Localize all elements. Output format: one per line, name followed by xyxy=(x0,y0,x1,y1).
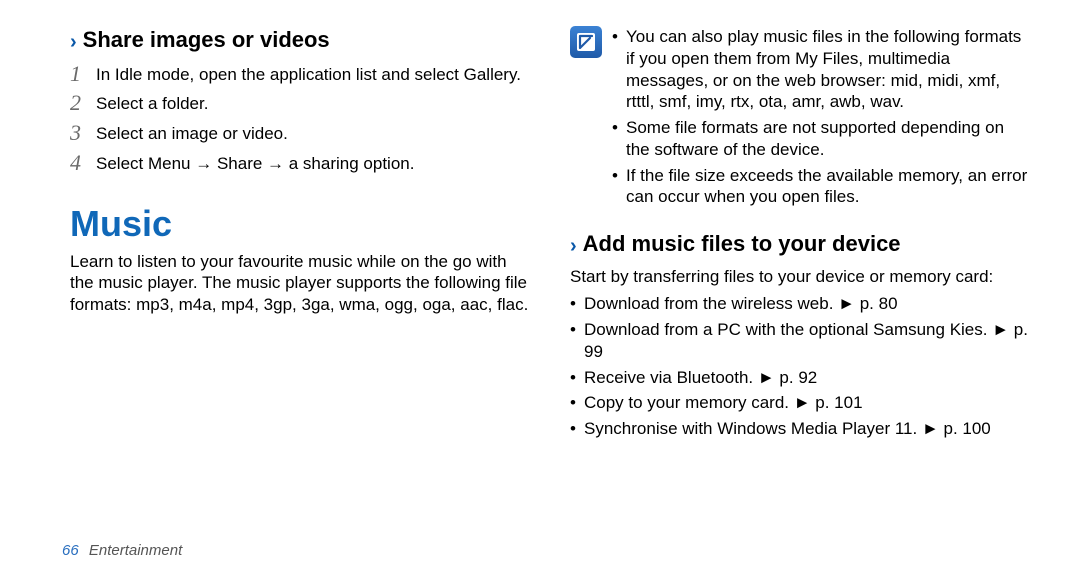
bullet-text: Copy to your memory card. ► p. 101 xyxy=(584,392,1030,414)
list-item: Receive via Bluetooth. ► p. 92 xyxy=(570,367,1030,389)
bullet-text: Some file formats are not supported depe… xyxy=(626,117,1030,161)
section-name: Entertainment xyxy=(89,542,182,559)
add-music-intro: Start by transferring files to your devi… xyxy=(570,266,1030,288)
share-heading-text: Share images or videos xyxy=(83,27,330,52)
bullet-icon xyxy=(570,293,584,315)
step-number: 1 xyxy=(70,62,96,85)
list-item: Download from a PC with the optional Sam… xyxy=(570,319,1030,363)
step-number: 2 xyxy=(70,91,96,114)
bullet-icon xyxy=(570,367,584,389)
step-item: 3 Select an image or video. xyxy=(70,121,530,145)
bullet-text: Download from a PC with the optional Sam… xyxy=(584,319,1030,363)
bullet-icon xyxy=(612,117,626,139)
step-item: 4 Select Menu → Share → a sharing option… xyxy=(70,151,530,175)
step-number: 4 xyxy=(70,151,96,174)
list-item: Synchronise with Windows Media Player 11… xyxy=(570,418,1030,440)
list-item: Download from the wireless web. ► p. 80 xyxy=(570,293,1030,315)
chevron-right-icon: › xyxy=(70,30,77,56)
share-heading: ›Share images or videos xyxy=(70,26,530,56)
list-item: Some file formats are not supported depe… xyxy=(612,117,1030,161)
bullet-icon xyxy=(570,319,584,341)
step-text: In Idle mode, open the application list … xyxy=(96,62,530,86)
bullet-icon xyxy=(612,26,626,48)
list-item: You can also play music files in the fol… xyxy=(612,26,1030,113)
bullet-icon xyxy=(612,165,626,187)
add-music-heading: ›Add music files to your device xyxy=(570,230,1030,260)
list-item: Copy to your memory card. ► p. 101 xyxy=(570,392,1030,414)
manual-page: ›Share images or videos 1 In Idle mode, … xyxy=(0,0,1080,586)
step-text: Select Menu → Share → a sharing option. xyxy=(96,151,530,175)
bullet-text: You can also play music files in the fol… xyxy=(626,26,1030,113)
share-steps-list: 1 In Idle mode, open the application lis… xyxy=(70,62,530,175)
bullet-icon xyxy=(570,418,584,440)
step-text: Select an image or video. xyxy=(96,121,530,145)
step-item: 1 In Idle mode, open the application lis… xyxy=(70,62,530,86)
music-paragraph: Learn to listen to your favourite music … xyxy=(70,251,530,316)
step-number: 3 xyxy=(70,121,96,144)
add-music-heading-text: Add music files to your device xyxy=(583,231,901,256)
bullet-text: Receive via Bluetooth. ► p. 92 xyxy=(584,367,1030,389)
bullet-icon xyxy=(570,392,584,414)
bullet-text: Synchronise with Windows Media Player 11… xyxy=(584,418,1030,440)
page-footer: 66 Entertainment xyxy=(62,541,182,560)
add-bullets: Download from the wireless web. ► p. 80 … xyxy=(570,293,1030,440)
chevron-right-icon: › xyxy=(570,234,577,260)
music-heading: Music xyxy=(70,201,530,247)
note-icon xyxy=(570,26,602,58)
bullet-text: If the file size exceeds the available m… xyxy=(626,165,1030,209)
left-column: ›Share images or videos 1 In Idle mode, … xyxy=(70,26,530,586)
step-item: 2 Select a folder. xyxy=(70,91,530,115)
right-column: You can also play music files in the fol… xyxy=(570,26,1030,586)
note-bullets: You can also play music files in the fol… xyxy=(612,26,1030,212)
note-block: You can also play music files in the fol… xyxy=(570,26,1030,212)
step-text: Select a folder. xyxy=(96,91,530,115)
page-number: 66 xyxy=(62,542,79,559)
bullet-text: Download from the wireless web. ► p. 80 xyxy=(584,293,1030,315)
list-item: If the file size exceeds the available m… xyxy=(612,165,1030,209)
